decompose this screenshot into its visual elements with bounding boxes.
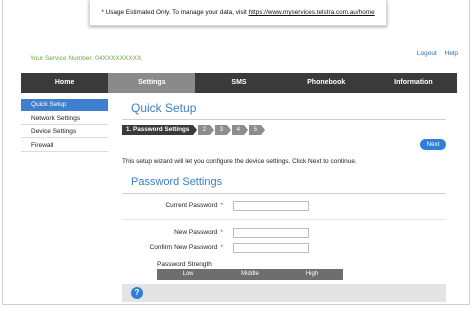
help-link[interactable]: Help (445, 50, 458, 57)
new-password-label: New Password * (113, 229, 223, 236)
banner-link[interactable]: https://www.myservices.telstra.com.au/ho… (249, 9, 375, 16)
password-strength-meter: Low Middle High (157, 269, 343, 280)
intro-text: This setup wizard will let you configure… (122, 158, 357, 165)
logout-link[interactable]: Logout (417, 50, 437, 57)
step-3: 3 (215, 125, 232, 135)
confirm-password-label: Confirm New Password * (113, 244, 223, 251)
nav-phonebook[interactable]: Phonebook (283, 73, 370, 93)
nav-information[interactable]: Information (370, 73, 457, 93)
sidebar-item-firewall[interactable]: Firewall (21, 140, 108, 152)
banner-text: * Usage Estimated Only. To manage your d… (101, 9, 247, 16)
nav-settings[interactable]: Settings (108, 73, 196, 93)
top-links: Logout Help (411, 50, 458, 57)
main-nav: Home Settings SMS Phonebook Information (21, 73, 457, 93)
sidebar: Quick Setup Network Settings Device Sett… (21, 99, 108, 153)
sidebar-item-network-settings[interactable]: Network Settings (21, 113, 108, 125)
strength-low: Low (182, 271, 194, 277)
section-title: Password Settings (131, 176, 223, 188)
service-number: Your Service Number: 04XXXXXXXXX (30, 55, 142, 62)
footer-bar: ? (122, 284, 446, 302)
help-icon[interactable]: ? (131, 287, 143, 299)
required-mark: * (220, 244, 223, 251)
current-password-label-text: Current Password (165, 202, 218, 209)
step-4: 4 (232, 125, 249, 135)
step-2: 2 (198, 125, 215, 135)
title-divider (122, 119, 446, 120)
nav-home[interactable]: Home (21, 73, 108, 93)
page-title: Quick Setup (131, 101, 197, 115)
strength-middle: Middle (241, 271, 259, 277)
sidebar-item-device-settings[interactable]: Device Settings (21, 126, 108, 138)
required-mark: * (220, 229, 223, 236)
new-password-label-text: New Password (174, 229, 218, 236)
step-current: 1. Password Settings (122, 125, 198, 135)
usage-banner: * Usage Estimated Only. To manage your d… (89, 0, 387, 26)
wizard-steps: 1. Password Settings 2 3 4 5 (122, 125, 266, 135)
required-mark: * (220, 202, 223, 209)
confirm-password-label-text: Confirm New Password (149, 244, 218, 251)
sidebar-item-quick-setup[interactable]: Quick Setup (21, 99, 108, 111)
nav-sms[interactable]: SMS (195, 73, 282, 93)
section-divider (122, 193, 446, 194)
next-button[interactable]: Next (420, 139, 446, 150)
new-password-field[interactable] (233, 228, 309, 238)
strength-high: High (305, 271, 319, 277)
current-password-label: Current Password * (113, 202, 223, 209)
current-password-field[interactable] (233, 201, 309, 211)
confirm-password-field[interactable] (233, 243, 309, 253)
step-5: 5 (249, 125, 266, 135)
password-strength-label: Password Strength (157, 261, 212, 268)
form-separator (122, 219, 446, 220)
